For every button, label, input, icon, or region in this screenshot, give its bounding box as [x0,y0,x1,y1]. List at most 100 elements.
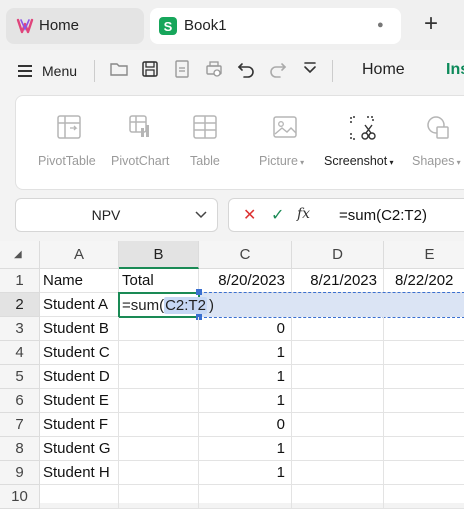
formula-reference: C2:T2 [164,297,207,314]
open-folder-icon[interactable] [109,59,129,79]
ribbon-tab-home[interactable]: Home [362,61,405,79]
cell-b3[interactable] [119,317,199,341]
row-header-1[interactable]: 1 [0,269,40,293]
ribbon-panel: PivotTable PivotChart Table Picture ▾ Sc… [15,95,464,190]
cell-d5[interactable] [292,365,384,389]
cell-c10[interactable] [199,485,292,509]
cell-c4[interactable]: 1 [199,341,292,365]
name-box[interactable]: NPV [15,198,218,232]
range-handle[interactable] [196,289,202,295]
cell-b7[interactable] [119,413,199,437]
cell-d10[interactable] [292,485,384,509]
screenshot-label: Screenshot ▾ [324,154,394,168]
cell-e9[interactable] [384,461,464,485]
cell-e6[interactable] [384,389,464,413]
screenshot-button[interactable]: Screenshot ▾ [323,96,403,191]
cell-b5[interactable] [119,365,199,389]
undo-icon[interactable] [236,59,256,79]
cell-c6[interactable]: 1 [199,389,292,413]
save-icon[interactable] [140,59,160,79]
divider [332,60,333,82]
cell-b10[interactable] [119,485,199,509]
cell-c9[interactable]: 1 [199,461,292,485]
cell-a9[interactable]: Student H [40,461,119,485]
active-cell-b2[interactable]: =sum(C2:T2) [118,292,214,318]
tab-home[interactable]: Home [6,8,144,44]
cell-b4[interactable] [119,341,199,365]
menu-label: Menu [42,63,78,79]
cell-d8[interactable] [292,437,384,461]
cell-e7[interactable] [384,413,464,437]
cell-b1[interactable]: Total [119,269,199,293]
cell-d3[interactable] [292,317,384,341]
cell-a4[interactable]: Student C [40,341,119,365]
cell-d6[interactable] [292,389,384,413]
column-header-b[interactable]: B [119,241,199,269]
row-header-5[interactable]: 5 [0,365,40,389]
cell-d4[interactable] [292,341,384,365]
cell-e3[interactable] [384,317,464,341]
shapes-icon [427,116,449,139]
column-header-d[interactable]: D [292,241,384,269]
cell-c5[interactable]: 1 [199,365,292,389]
cell-a5[interactable]: Student D [40,365,119,389]
cell-b9[interactable] [119,461,199,485]
row-header-7[interactable]: 7 [0,413,40,437]
cell-a8[interactable]: Student G [40,437,119,461]
cell-e10[interactable] [384,485,464,509]
tab-home-label: Home [39,17,80,34]
row-header-2[interactable]: 2 [0,293,40,317]
table-button[interactable]: Table [188,96,222,191]
insert-function-icon[interactable]: fx [297,206,310,222]
tab-book1[interactable]: S Book1 ● [150,8,401,44]
cell-e5[interactable] [384,365,464,389]
cell-a1[interactable]: Name [40,269,119,293]
print-preview-icon[interactable] [204,59,224,79]
cell-a3[interactable]: Student B [40,317,119,341]
pivotchart-button[interactable]: PivotChart [111,96,171,191]
wps-logo-icon [16,18,34,34]
cell-c1[interactable]: 8/20/2023 [199,269,292,293]
shapes-button[interactable]: Shapes ▾ [410,96,464,191]
customize-toolbar-chevron-icon[interactable] [300,59,320,79]
row-header-4[interactable]: 4 [0,341,40,365]
select-all-corner[interactable]: ◢ [0,241,40,269]
cell-a2[interactable]: Student A [40,293,119,317]
cell-d7[interactable] [292,413,384,437]
row-header-10[interactable]: 10 [0,485,40,509]
menu-button[interactable]: Menu [18,60,77,82]
column-header-c[interactable]: C [199,241,292,269]
cancel-edit-icon[interactable]: ✕ [243,205,256,225]
chevron-down-icon[interactable] [195,211,207,219]
ribbon-tab-insert[interactable]: Ins [446,61,464,79]
cell-a7[interactable]: Student F [40,413,119,437]
cell-d9[interactable] [292,461,384,485]
confirm-edit-icon[interactable]: ✓ [271,205,284,225]
cell-c3[interactable]: 0 [199,317,292,341]
column-header-e[interactable]: E [384,241,464,269]
row-header-3[interactable]: 3 [0,317,40,341]
cell-e4[interactable] [384,341,464,365]
new-tab-button[interactable]: + [424,12,438,36]
unsaved-dot-icon[interactable]: ● [377,19,384,31]
cell-a6[interactable]: Student E [40,389,119,413]
cell-b8[interactable] [119,437,199,461]
cell-a10[interactable] [40,485,119,509]
pivottable-button[interactable]: PivotTable [38,96,98,191]
formula-input[interactable]: =sum(C2:T2) [339,207,427,224]
cell-e8[interactable] [384,437,464,461]
cell-c8[interactable]: 1 [199,437,292,461]
row-header-9[interactable]: 9 [0,461,40,485]
spreadsheet-icon: S [159,17,177,35]
picture-button[interactable]: Picture ▾ [259,96,311,191]
column-header-a[interactable]: A [40,241,119,269]
shapes-label: Shapes ▾ [412,154,461,168]
cell-c7[interactable]: 0 [199,413,292,437]
row-header-6[interactable]: 6 [0,389,40,413]
cell-e1[interactable]: 8/22/202 [384,269,464,293]
redo-icon[interactable] [268,59,288,79]
cell-d1[interactable]: 8/21/2023 [292,269,384,293]
row-header-8[interactable]: 8 [0,437,40,461]
export-pdf-icon[interactable] [172,59,192,79]
cell-b6[interactable] [119,389,199,413]
